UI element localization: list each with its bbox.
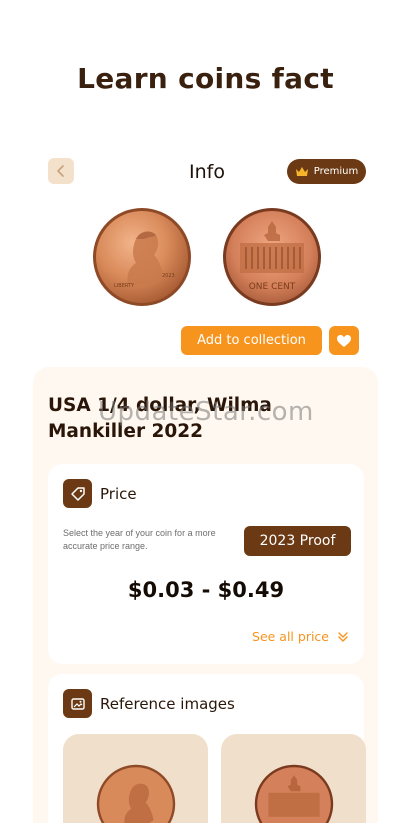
price-range: $0.03 - $0.49 — [127, 578, 285, 602]
premium-button[interactable]: Premium — [287, 159, 366, 184]
reference-coin-front-image — [96, 764, 176, 823]
coin-back-inscription: ONE CENT — [249, 282, 296, 292]
reference-thumbnail[interactable] — [221, 734, 366, 823]
image-icon — [70, 697, 85, 710]
watermark: UpdateStar.com — [98, 397, 314, 427]
reference-thumbnail[interactable] — [63, 734, 208, 823]
top-bar: Info Premium — [48, 157, 366, 187]
see-all-label: See all price — [252, 629, 329, 644]
coin-back-image[interactable]: ONE CENT — [222, 207, 322, 307]
coin-images: LIBERTY 2023 ONE CENT — [92, 207, 324, 307]
reference-images-card: Reference images — [48, 674, 366, 823]
favorite-button[interactable] — [329, 326, 359, 355]
crown-icon — [295, 166, 308, 176]
price-tag-icon — [70, 486, 85, 501]
year-select-button[interactable]: 2023 Proof — [244, 526, 351, 556]
coin-actions: Add to collection — [181, 326, 359, 355]
see-all-price-link[interactable]: See all price — [252, 629, 349, 644]
reference-card-icon-box — [63, 689, 92, 718]
price-card-icon-box — [63, 479, 92, 508]
page-headline: Learn coins fact — [77, 62, 334, 95]
double-chevron-down-icon — [338, 631, 348, 642]
price-card: Price Select the year of your coin for a… — [48, 464, 364, 664]
coin-front-image[interactable]: LIBERTY 2023 — [92, 207, 192, 307]
add-to-collection-button[interactable]: Add to collection — [181, 326, 322, 355]
reference-images-title: Reference images — [100, 695, 235, 713]
coin-front-inscription: LIBERTY — [114, 283, 135, 289]
reference-coin-back-image — [254, 764, 334, 823]
coin-front-year: 2023 — [162, 273, 175, 279]
premium-label: Premium — [313, 166, 359, 177]
price-title: Price — [100, 485, 137, 503]
heart-icon — [337, 334, 351, 347]
price-hint: Select the year of your coin for a more … — [63, 528, 216, 551]
